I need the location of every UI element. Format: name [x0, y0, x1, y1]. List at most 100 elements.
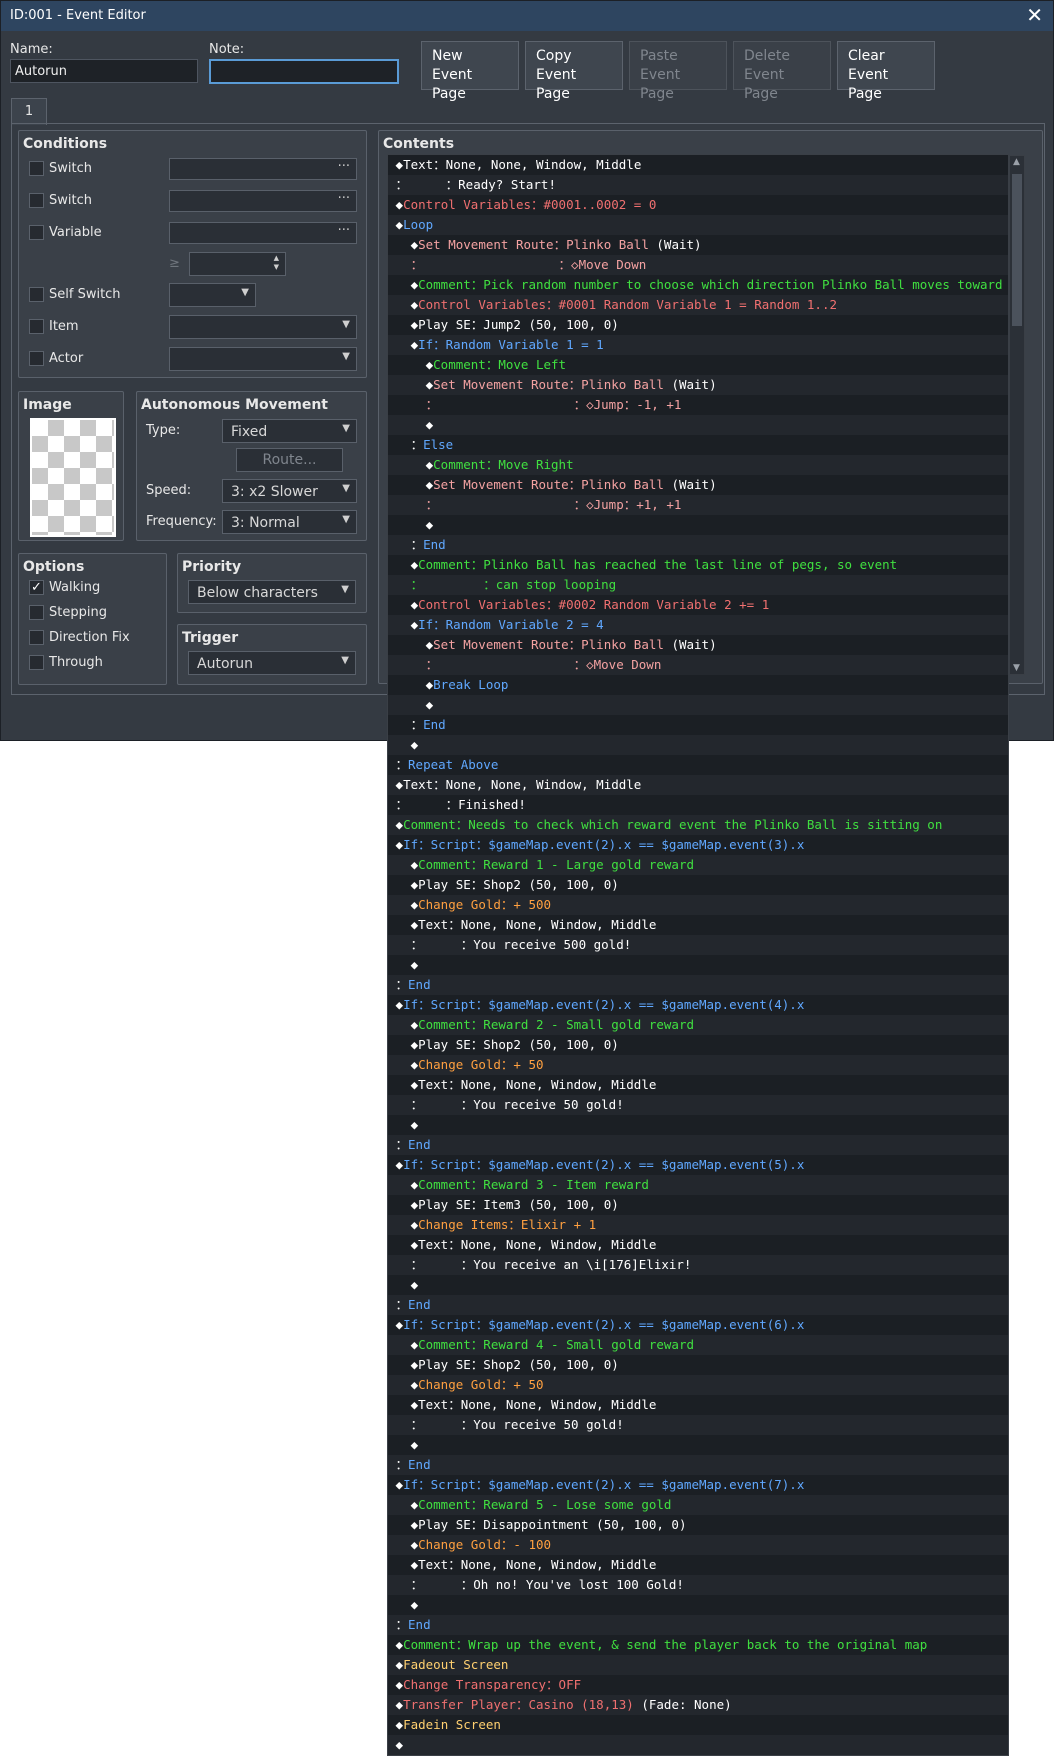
through-checkbox[interactable] [29, 655, 44, 670]
clear-event-page-button[interactable]: Clear Event Page [837, 41, 935, 102]
command-row[interactable]: ◆Fadein Screen [388, 1715, 1008, 1735]
switch2-selector[interactable]: ··· [169, 190, 357, 212]
command-row[interactable]: ◆Fadeout Screen [388, 1655, 1008, 1675]
contents-scrollbar[interactable]: ▲ ▼ [1009, 155, 1025, 675]
command-row[interactable]: ◆Transfer Player：Casino (18,13) (Fade: N… [388, 1695, 1008, 1715]
delete-event-page-button[interactable]: Delete Event Page [733, 41, 831, 102]
copy-event-page-button[interactable]: Copy Event Page [525, 41, 623, 102]
command-row[interactable]: ： ：You receive an \i[176]Elixir! [388, 1255, 1008, 1275]
command-row[interactable]: ◆ [388, 955, 1008, 975]
direction-fix-checkbox[interactable] [29, 630, 44, 645]
command-row[interactable]: ◆Control Variables：#0002 Random Variable… [388, 595, 1008, 615]
movement-type-dropdown[interactable]: Fixed ▼ [222, 419, 357, 443]
command-row[interactable]: ◆If：Script：$gameMap.event(2).x == $gameM… [388, 995, 1008, 1015]
self-switch-dropdown[interactable]: ▼ [169, 283, 256, 307]
command-row[interactable]: ◆Set Movement Route：Plinko Ball (Wait) [388, 235, 1008, 255]
command-row[interactable]: ：End [388, 975, 1008, 995]
command-row[interactable]: ◆ [388, 1115, 1008, 1135]
switch2-checkbox[interactable] [29, 193, 44, 208]
command-row[interactable]: ◆Break Loop [388, 675, 1008, 695]
event-command-list[interactable]: ◆Text：None, None, Window, Middle ： ：Read… [387, 154, 1009, 1756]
command-row[interactable]: ： ：You receive 500 gold! [388, 935, 1008, 955]
stepping-checkbox[interactable] [29, 605, 44, 620]
command-row[interactable]: ： ：Finished! [388, 795, 1008, 815]
command-row[interactable]: ◆If：Script：$gameMap.event(2).x == $gameM… [388, 1475, 1008, 1495]
command-row[interactable]: ◆Change Gold：- 100 [388, 1535, 1008, 1555]
command-row[interactable]: ◆Play SE：Shop2 (50, 100, 0) [388, 875, 1008, 895]
command-row[interactable]: ：Repeat Above [388, 755, 1008, 775]
command-row[interactable]: ◆Text：None, None, Window, Middle [388, 1235, 1008, 1255]
command-row[interactable]: ◆ [388, 515, 1008, 535]
command-row[interactable]: ◆Set Movement Route：Plinko Ball (Wait) [388, 375, 1008, 395]
switch1-checkbox[interactable] [29, 161, 44, 176]
command-row[interactable]: ◆Loop [388, 215, 1008, 235]
command-row[interactable]: ◆Comment：Wrap up the event, & send the p… [388, 1635, 1008, 1655]
command-row[interactable]: ◆ [388, 1435, 1008, 1455]
command-row[interactable]: ◆Play SE：Shop2 (50, 100, 0) [388, 1355, 1008, 1375]
command-row[interactable]: ◆Text：None, None, Window, Middle [388, 1555, 1008, 1575]
name-input[interactable] [10, 59, 198, 83]
command-row[interactable]: ： ：You receive 50 gold! [388, 1095, 1008, 1115]
command-row[interactable]: ： ：can stop looping [388, 575, 1008, 595]
command-row[interactable]: ◆If：Script：$gameMap.event(2).x == $gameM… [388, 1155, 1008, 1175]
command-row[interactable]: ◆Play SE：Jump2 (50, 100, 0) [388, 315, 1008, 335]
actor-dropdown[interactable]: ▼ [169, 347, 357, 371]
command-row[interactable]: ： ：◇Jump：+1, +1 [388, 495, 1008, 515]
command-row[interactable]: ◆Comment：Reward 5 - Lose some gold [388, 1495, 1008, 1515]
tab-page-1[interactable]: 1 [11, 98, 47, 125]
variable-value-spinner[interactable]: ▲ ▼ [189, 252, 286, 276]
frequency-dropdown[interactable]: 3: Normal ▼ [222, 510, 357, 534]
command-row[interactable]: ◆If：Random Variable 2 = 4 [388, 615, 1008, 635]
command-row[interactable]: ◆Comment：Move Right [388, 455, 1008, 475]
command-row[interactable]: ： ：◇Jump：-1, +1 [388, 395, 1008, 415]
command-row[interactable]: ◆Control Variables：#0001 Random Variable… [388, 295, 1008, 315]
command-row[interactable]: ◆Comment：Reward 3 - Item reward [388, 1175, 1008, 1195]
command-row[interactable]: ◆Change Transparency：OFF [388, 1675, 1008, 1695]
command-row[interactable]: ◆Comment：Needs to check which reward eve… [388, 815, 1008, 835]
command-row[interactable]: ◆Text：None, None, Window, Middle [388, 155, 1008, 175]
command-row[interactable]: ◆Change Gold：+ 50 [388, 1375, 1008, 1395]
speed-dropdown[interactable]: 3: x2 Slower ▼ [222, 479, 357, 503]
variable-selector[interactable]: ··· [169, 222, 357, 244]
command-row[interactable]: ◆ [388, 1735, 1008, 1755]
item-checkbox[interactable] [29, 319, 44, 334]
command-row[interactable]: ◆Comment：Reward 1 - Large gold reward [388, 855, 1008, 875]
trigger-dropdown[interactable]: Autorun ▼ [188, 651, 356, 675]
command-row[interactable]: ◆Play SE：Item3 (50, 100, 0) [388, 1195, 1008, 1215]
command-row[interactable]: ： ：◇Move Down [388, 255, 1008, 275]
scroll-up-icon[interactable]: ▲ [1013, 157, 1020, 167]
command-row[interactable]: ◆Text：None, None, Window, Middle [388, 1395, 1008, 1415]
command-row[interactable]: ◆ [388, 695, 1008, 715]
paste-event-page-button[interactable]: Paste Event Page [629, 41, 727, 102]
command-row[interactable]: ◆Comment：Pick random number to choose wh… [388, 275, 1008, 295]
route-button[interactable]: Route... [236, 448, 343, 472]
note-input[interactable] [209, 59, 399, 84]
command-row[interactable]: ◆Comment：Reward 2 - Small gold reward [388, 1015, 1008, 1035]
command-row[interactable]: ◆Change Gold：+ 500 [388, 895, 1008, 915]
command-row[interactable]: ◆Text：None, None, Window, Middle [388, 915, 1008, 935]
command-row[interactable]: ◆If：Script：$gameMap.event(2).x == $gameM… [388, 1315, 1008, 1335]
command-row[interactable]: ：End [388, 1615, 1008, 1635]
scroll-down-icon[interactable]: ▼ [1013, 663, 1020, 673]
command-row[interactable]: ◆ [388, 1595, 1008, 1615]
walking-checkbox[interactable]: ✓ [29, 580, 44, 595]
new-event-page-button[interactable]: New Event Page [421, 41, 519, 102]
actor-checkbox[interactable] [29, 351, 44, 366]
scrollbar-thumb[interactable] [1012, 174, 1022, 326]
command-row[interactable]: ◆If：Random Variable 1 = 1 [388, 335, 1008, 355]
command-row[interactable]: ： ：You receive 50 gold! [388, 1415, 1008, 1435]
command-row[interactable]: ：End [388, 1455, 1008, 1475]
command-row[interactable]: ： ：◇Move Down [388, 655, 1008, 675]
command-row[interactable]: ◆ [388, 1275, 1008, 1295]
command-row[interactable]: ◆Change Items：Elixir + 1 [388, 1215, 1008, 1235]
priority-dropdown[interactable]: Below characters ▼ [188, 580, 356, 604]
command-row[interactable]: ◆Comment：Move Left [388, 355, 1008, 375]
command-row[interactable]: ：End [388, 535, 1008, 555]
command-row[interactable]: ：End [388, 1295, 1008, 1315]
command-row[interactable]: ◆Play SE：Disappointment (50, 100, 0) [388, 1515, 1008, 1535]
variable-checkbox[interactable] [29, 225, 44, 240]
switch1-selector[interactable]: ··· [169, 158, 357, 180]
command-row[interactable]: ◆Text：None, None, Window, Middle [388, 775, 1008, 795]
command-row[interactable]: ：End [388, 715, 1008, 735]
command-row[interactable]: ◆ [388, 415, 1008, 435]
